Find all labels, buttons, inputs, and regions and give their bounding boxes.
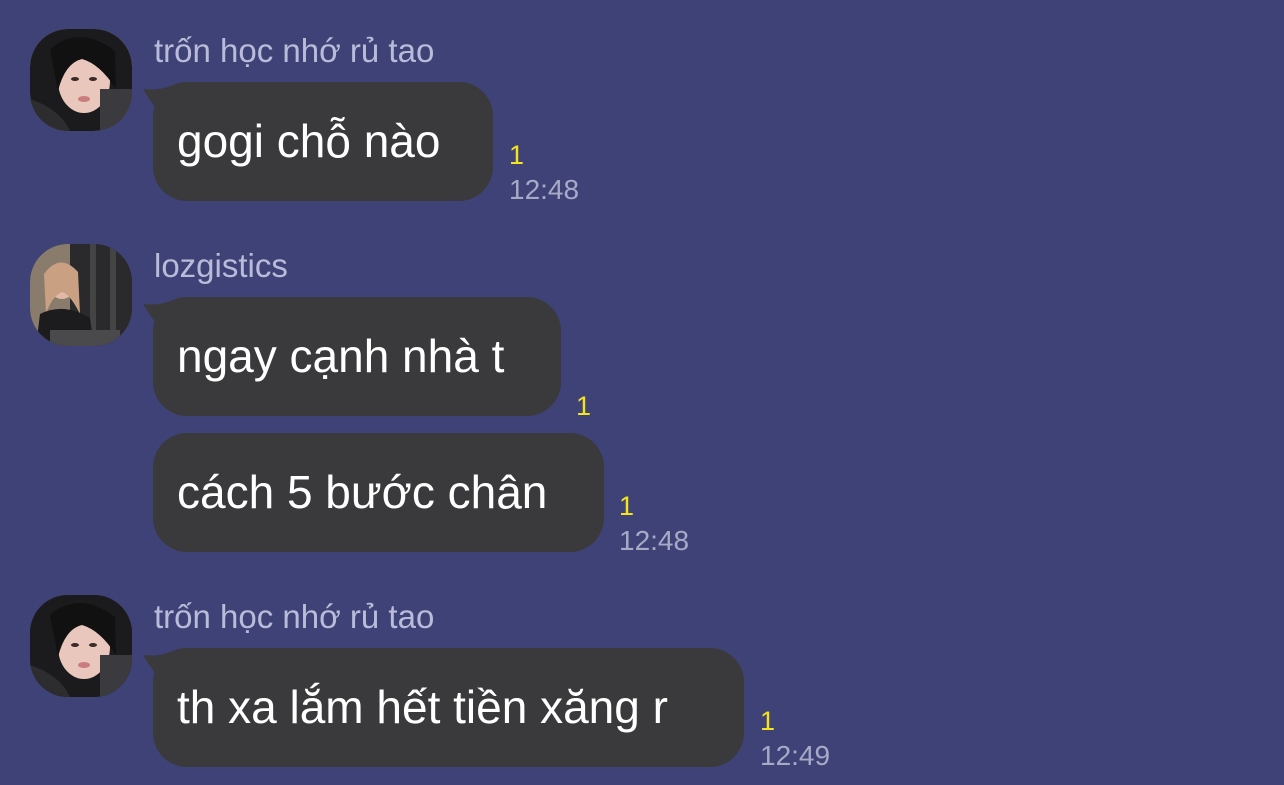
unread-count: 1 (509, 140, 525, 170)
avatar[interactable] (30, 29, 132, 131)
message-text: cách 5 bước chân (177, 466, 548, 518)
message-text: th xa lắm hết tiền xăng r (177, 681, 668, 733)
avatar-photo-icon (30, 29, 132, 131)
message-bubble[interactable]: cách 5 bước chân (153, 433, 604, 552)
message-bubble[interactable]: gogi chỗ nào (153, 82, 493, 201)
avatar[interactable] (30, 244, 132, 346)
sender-name: trốn học nhớ rủ tao (154, 598, 435, 635)
message-bubble[interactable]: ngay cạnh nhà t (153, 297, 561, 416)
message-bubble[interactable]: th xa lắm hết tiền xăng r (153, 648, 744, 767)
message-time: 12:49 (760, 740, 831, 771)
unread-count: 1 (760, 706, 776, 736)
unread-count: 1 (576, 391, 592, 421)
avatar-photo-icon (30, 244, 132, 346)
unread-count: 1 (619, 491, 635, 521)
chat-window: trốn học nhớ rủ tao gogi chỗ nào 1 12:48… (0, 0, 1284, 785)
sender-name: lozgistics (154, 247, 288, 284)
avatar[interactable] (30, 595, 132, 697)
message-text: ngay cạnh nhà t (177, 330, 505, 382)
avatar-photo-icon (30, 595, 132, 697)
sender-name: trốn học nhớ rủ tao (154, 32, 435, 69)
message-time: 12:48 (619, 525, 690, 556)
message-text: gogi chỗ nào (177, 115, 441, 167)
message-time: 12:48 (509, 174, 580, 205)
